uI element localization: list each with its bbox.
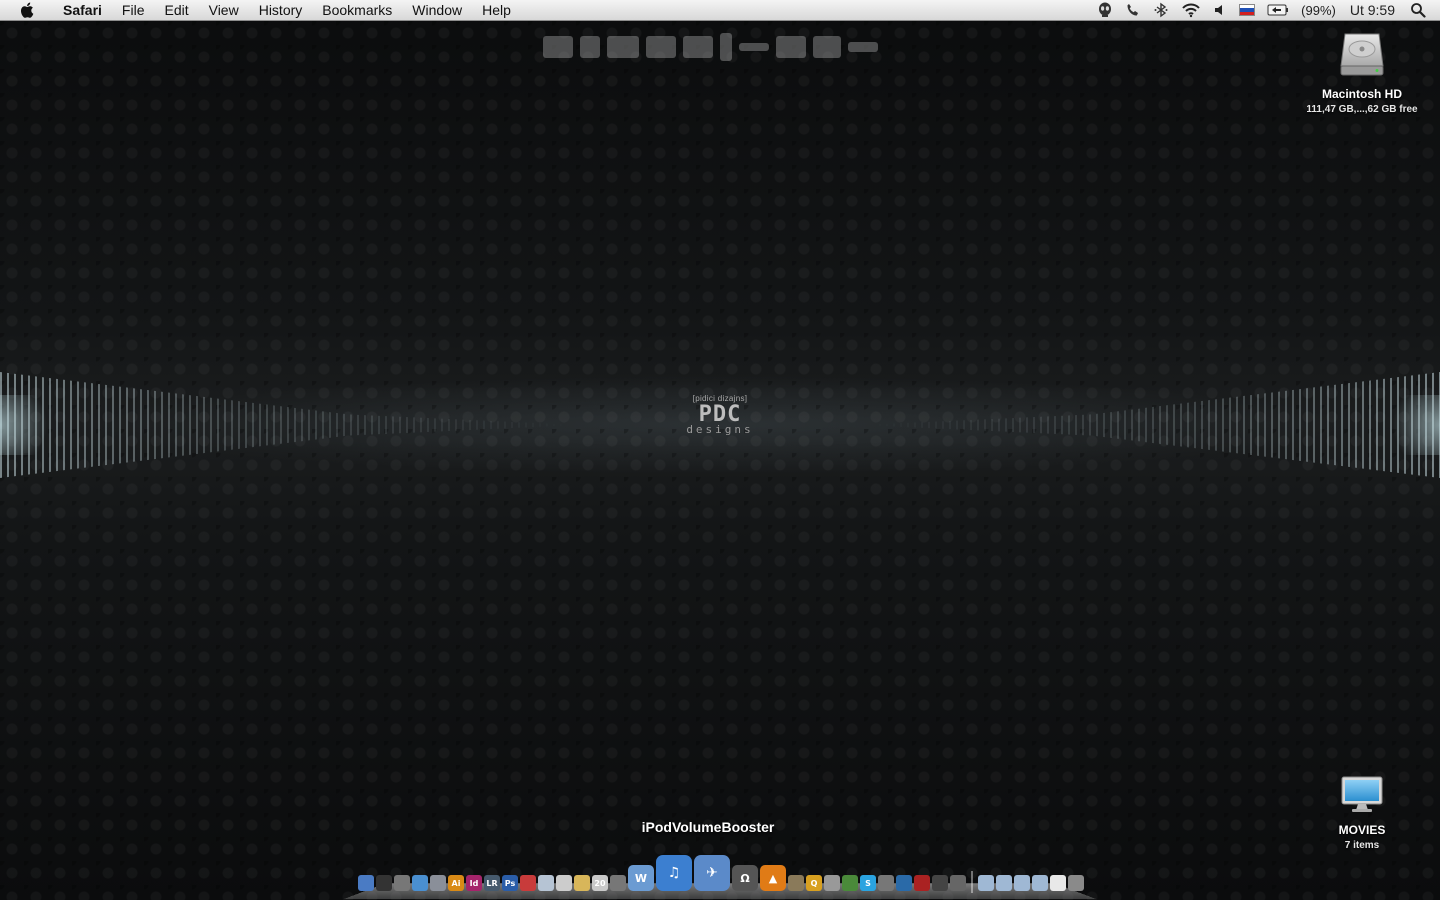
dock-item-utorrent-icon[interactable]	[842, 875, 858, 891]
bluetooth-icon[interactable]	[1153, 0, 1169, 21]
dock-item-preview-icon[interactable]	[538, 875, 554, 891]
dock-item-lightroom-icon[interactable]: LR	[484, 875, 500, 891]
dock-item-ical-icon[interactable]: 20	[592, 875, 608, 891]
dock-item-vlc-icon[interactable]: ▲	[760, 865, 786, 891]
menu-clock[interactable]: Ut 9:59	[1350, 0, 1395, 21]
menu-view[interactable]: View	[199, 0, 249, 21]
dock-item-time-machine-icon[interactable]	[896, 875, 912, 891]
dock-item-automator-icon[interactable]	[878, 875, 894, 891]
dock-item-mail-icon[interactable]	[430, 875, 446, 891]
apple-icon[interactable]	[19, 1, 37, 19]
menu-bar: Safari File Edit View History Bookmarks …	[0, 0, 1440, 21]
dock-item-photoshop-icon[interactable]: Ps	[502, 875, 518, 891]
battery-icon[interactable]	[1267, 0, 1289, 21]
menu-file[interactable]: File	[112, 0, 155, 21]
hard-drive-icon[interactable]	[1339, 30, 1385, 83]
volume-icon[interactable]	[1213, 0, 1227, 21]
menu-window[interactable]: Window	[402, 0, 472, 21]
menu-history[interactable]: History	[249, 0, 313, 21]
dock-item-document-icon[interactable]	[1050, 875, 1066, 891]
dock-item-folder-4-icon[interactable]	[1032, 875, 1048, 891]
battery-percent[interactable]: (99%)	[1301, 0, 1336, 21]
dock-item-notes-icon[interactable]	[574, 875, 590, 891]
dock-item-iphoto-icon[interactable]	[788, 875, 804, 891]
dock-item-textedit-icon[interactable]	[556, 875, 572, 891]
dock-item-system-prefs-icon[interactable]	[394, 875, 410, 891]
phone-icon[interactable]	[1125, 0, 1141, 21]
dock-item-folder-3-icon[interactable]	[1014, 875, 1030, 891]
dock: Ai Id LR Ps 20 W ♫ ✈ Ω ▲ Q S	[350, 850, 1092, 896]
slovenian-flag-icon[interactable]	[1239, 0, 1256, 21]
wallpaper-logo: [pidici dizajns] PDC designs	[670, 394, 770, 435]
menu-edit[interactable]: Edit	[154, 0, 198, 21]
wallpaper-logo-mark: PDC	[698, 402, 742, 427]
wallpaper-glow-left	[0, 395, 60, 455]
dock-item-folder-1-icon[interactable]	[978, 875, 994, 891]
wallpaper-logo-sub: designs	[686, 423, 754, 436]
status-menus: (99%) Ut 9:59	[1091, 0, 1440, 21]
dock-item-trash-icon[interactable]	[1068, 875, 1084, 891]
desktop-icon-name: MOVIES	[1338, 823, 1386, 837]
dock-item-safari-icon[interactable]	[412, 875, 428, 891]
dock-item-script-editor-icon[interactable]	[610, 875, 626, 891]
wifi-icon[interactable]	[1181, 0, 1201, 21]
spotlight-icon[interactable]	[1410, 0, 1426, 21]
dock-item-script-icon[interactable]	[824, 875, 840, 891]
dock-item-itunes-icon[interactable]: ♫	[656, 855, 692, 891]
desktop-icon-name: Macintosh HD	[1321, 87, 1402, 101]
alien-icon[interactable]	[1097, 0, 1113, 21]
dock-item-skype-icon[interactable]: S	[860, 875, 876, 891]
dock-item-dvd-player-icon[interactable]: Ω	[732, 865, 758, 891]
menu-bookmarks[interactable]: Bookmarks	[312, 0, 402, 21]
dock-item-activity-monitor-icon[interactable]	[950, 875, 966, 891]
desktop-icon-movies[interactable]: MOVIES 7 items	[1282, 776, 1440, 851]
dock-separator	[971, 871, 973, 893]
dock-item-calculator-icon[interactable]	[932, 875, 948, 891]
dock-item-word-icon[interactable]: W	[628, 865, 654, 891]
wallpaper-glow-right	[1380, 395, 1440, 455]
menu-help[interactable]: Help	[472, 0, 521, 21]
desktop-icon-info: 111,47 GB,...,62 GB free	[1306, 104, 1418, 115]
dock-item-acrobat-icon[interactable]	[520, 875, 536, 891]
dock-hover-label: iPodVolumeBooster	[641, 819, 775, 835]
menu-app-safari[interactable]: Safari	[53, 0, 112, 21]
dock-item-photo-booth-icon[interactable]	[914, 875, 930, 891]
wallpaper-pattern	[0, 21, 1440, 900]
dock-item-ipod-volume-booster-icon[interactable]: ✈	[694, 855, 730, 891]
monitor-folder-icon[interactable]	[1341, 776, 1383, 819]
dock-item-spotlight-app-icon[interactable]: Q	[806, 875, 822, 891]
desktop-icon-macintosh-hd[interactable]: Macintosh HD 111,47 GB,...,62 GB free	[1282, 30, 1440, 115]
dock-item-dashboard-icon[interactable]	[376, 875, 392, 891]
dock-item-finder-icon[interactable]	[358, 875, 374, 891]
wallpaper-logo-strip	[543, 32, 899, 62]
desktop-icon-info: 7 items	[1344, 840, 1380, 851]
dock-item-folder-2-icon[interactable]	[996, 875, 1012, 891]
dock-item-illustrator-icon[interactable]: Ai	[448, 875, 464, 891]
dock-item-indesign-icon[interactable]: Id	[466, 875, 482, 891]
